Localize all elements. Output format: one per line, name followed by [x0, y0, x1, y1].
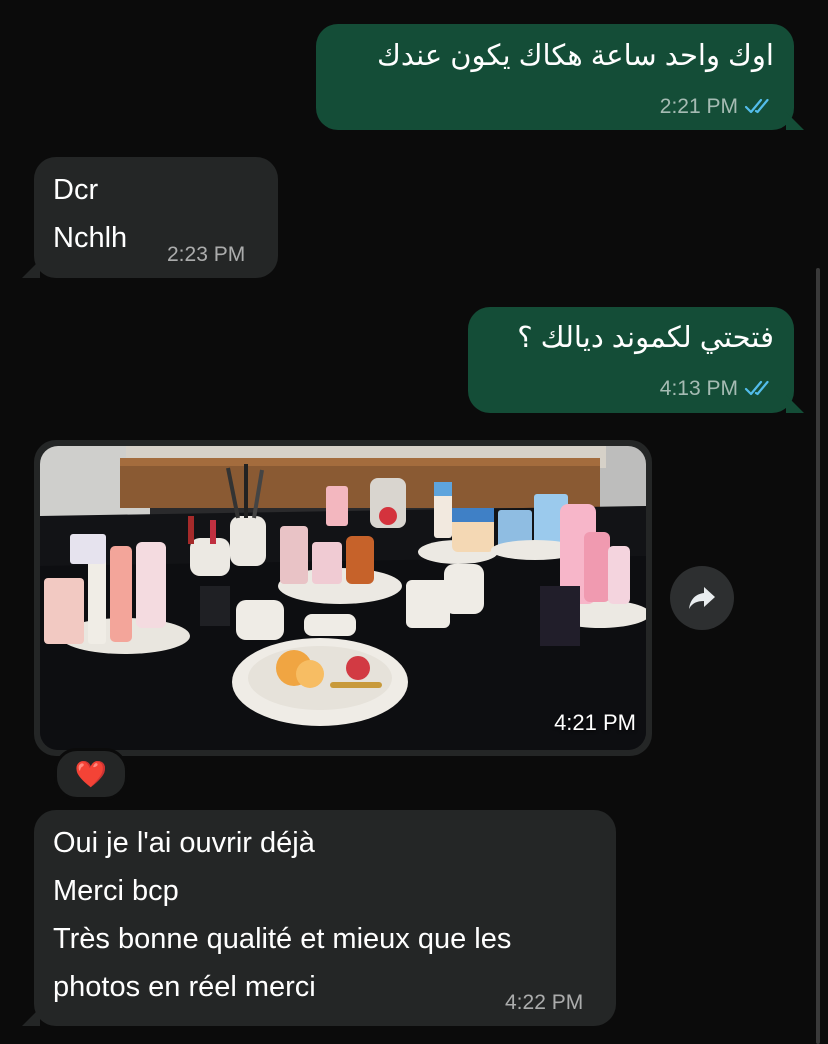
photo-thumbnail[interactable] — [40, 446, 646, 750]
double-check-icon — [744, 98, 769, 114]
product-photo-image — [40, 446, 646, 750]
bubble-tail — [22, 260, 40, 278]
message-text: اوك واحد ساعة هكاك يكون عندك — [376, 40, 774, 72]
message-text: فتحتي لكموند ديالك ؟ — [517, 322, 774, 354]
photo-time: 4:21 PM — [554, 710, 636, 735]
message-time: 2:21 PM — [659, 95, 738, 118]
bubble-tail — [786, 395, 804, 413]
message-line-1: Dcr — [53, 174, 99, 206]
forward-arrow-icon — [689, 587, 715, 609]
double-check-icon — [744, 380, 769, 396]
message-time: 4:22 PM — [505, 991, 584, 1014]
message-line-2: Nchlh — [53, 222, 128, 254]
message-line-1: Oui je l'ai ouvrir déjà — [53, 827, 315, 859]
message-line-2: Merci bcp — [53, 875, 179, 907]
message-time: 4:13 PM — [659, 377, 738, 400]
reaction-badge[interactable]: ❤️ — [54, 748, 128, 800]
heart-icon: ❤️ — [74, 759, 108, 789]
message-line-3: Très bonne qualité et mieux que les — [53, 923, 512, 955]
message-line-4: photos en réel merci — [53, 971, 316, 1003]
forward-button[interactable] — [670, 566, 734, 630]
message-time: 2:23 PM — [167, 243, 246, 266]
scrollbar[interactable] — [816, 268, 820, 1044]
bubble-tail — [22, 1008, 40, 1026]
